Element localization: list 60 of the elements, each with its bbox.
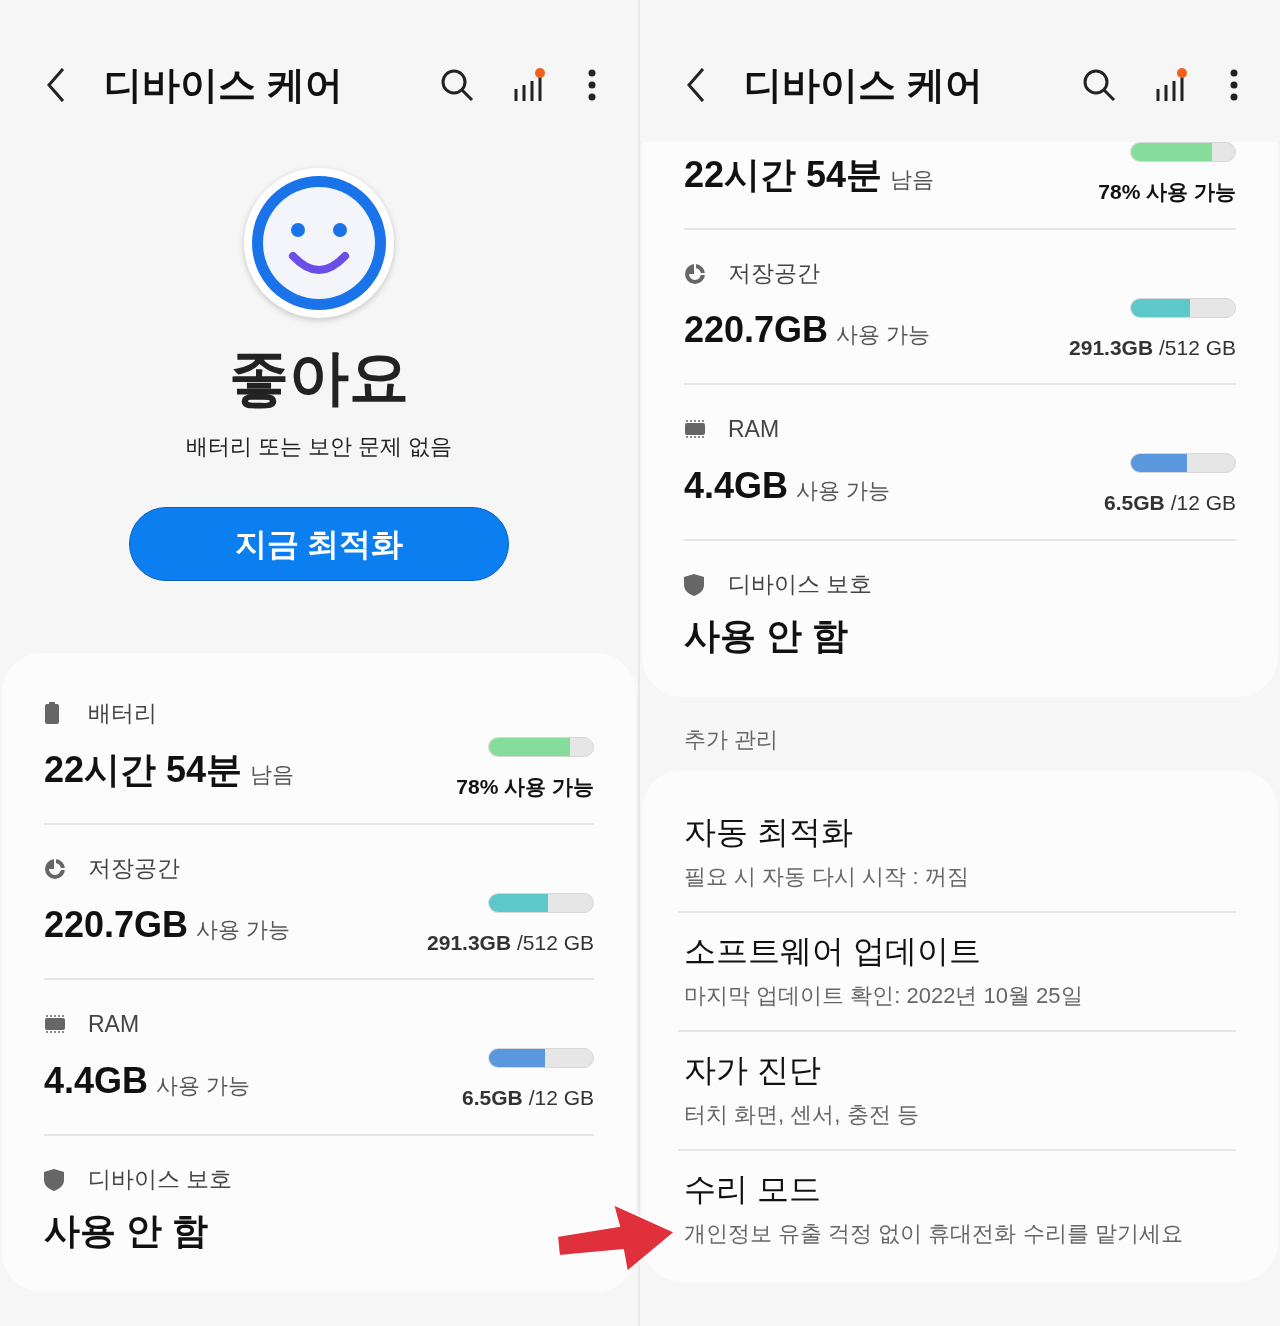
menu-subtitle: 터치 화면, 센서, 충전 등 bbox=[684, 1100, 920, 1129]
back-icon[interactable] bbox=[686, 67, 706, 103]
section-label: RAM bbox=[728, 414, 780, 444]
section-label: 저장공간 bbox=[88, 854, 180, 884]
usage-text: 6.5GB /12 GB bbox=[462, 1085, 594, 1111]
menu-subtitle: 마지막 업데이트 확인: 2022년 10월 25일 bbox=[684, 981, 1084, 1010]
usage-text: 291.3GB /512 GB bbox=[427, 929, 594, 956]
status-subtitle: 배터리 또는 보안 문제 없음 bbox=[185, 433, 453, 461]
screen-title: 디바이스 케어 bbox=[104, 62, 343, 108]
signal-icon[interactable] bbox=[512, 67, 546, 103]
value-text: 22시간 54분 bbox=[44, 747, 243, 792]
section-label: 디바이스 보호 bbox=[88, 1165, 233, 1195]
value-text: 220.7GB bbox=[684, 308, 829, 352]
unit-text: 남음 bbox=[890, 165, 935, 194]
shield-icon bbox=[44, 1168, 64, 1191]
value-text: 22시간 54분 bbox=[684, 152, 883, 197]
more-icon[interactable] bbox=[588, 69, 596, 101]
unit-text: 사용 가능 bbox=[836, 321, 931, 349]
usage-text: 78% 사용 가능 bbox=[456, 774, 594, 800]
menu-title: 소프트웨어 업데이트 bbox=[684, 931, 982, 971]
battery-icon bbox=[44, 702, 60, 724]
menu-subtitle: 필요 시 자동 다시 시작 : 꺼짐 bbox=[684, 862, 970, 891]
unit-text: 사용 가능 bbox=[796, 476, 891, 505]
usage-text: 6.5GB /12 GB bbox=[1104, 490, 1236, 516]
usage-text: 78% 사용 가능 bbox=[1098, 179, 1236, 205]
value-text: 4.4GB bbox=[684, 463, 789, 508]
section-label: RAM bbox=[88, 1009, 140, 1039]
search-icon[interactable] bbox=[440, 68, 474, 102]
menu-item[interactable]: 수리 모드 개인정보 유출 걱정 없이 휴대전화 수리를 맡기세요 bbox=[642, 1150, 1278, 1268]
pie-chart-icon bbox=[684, 262, 706, 285]
value-text: 사용 안 함 bbox=[684, 613, 848, 658]
status-title: 좋아요 bbox=[229, 348, 409, 408]
unit-text: 사용 가능 bbox=[196, 916, 291, 944]
signal-icon[interactable] bbox=[1154, 67, 1188, 103]
menu-item[interactable]: 소프트웨어 업데이트 마지막 업데이트 확인: 2022년 10월 25일 bbox=[642, 912, 1278, 1030]
search-icon[interactable] bbox=[1082, 68, 1116, 102]
menu-item[interactable]: 자가 진단 터치 화면, 센서, 충전 등 bbox=[642, 1031, 1278, 1149]
more-icon[interactable] bbox=[1230, 69, 1238, 101]
usage-text: 291.3GB /512 GB bbox=[1069, 334, 1236, 361]
chip-icon bbox=[684, 418, 706, 440]
menu-item[interactable]: 자동 최적화 필요 시 자동 다시 시작 : 꺼짐 bbox=[642, 793, 1278, 911]
menu-title: 자동 최적화 bbox=[684, 812, 854, 852]
optimize-button[interactable]: 지금 최적화 bbox=[129, 507, 509, 581]
chip-icon bbox=[44, 1013, 66, 1035]
section-label: 디바이스 보호 bbox=[728, 570, 873, 600]
menu-subtitle: 개인정보 유출 걱정 없이 휴대전화 수리를 맡기세요 bbox=[684, 1219, 1184, 1248]
unit-text: 남음 bbox=[250, 760, 295, 789]
section-header: 추가 관리 bbox=[684, 725, 780, 754]
value-text: 220.7GB bbox=[44, 903, 189, 947]
menu-title: 자가 진단 bbox=[684, 1050, 822, 1090]
value-text: 4.4GB bbox=[44, 1058, 149, 1103]
section-label: 배터리 bbox=[88, 698, 157, 728]
menu-title: 수리 모드 bbox=[684, 1169, 822, 1209]
value-text: 사용 안 함 bbox=[44, 1208, 208, 1253]
pie-chart-icon bbox=[44, 857, 66, 880]
unit-text: 사용 가능 bbox=[156, 1071, 251, 1100]
back-icon[interactable] bbox=[46, 67, 66, 103]
screen-title: 디바이스 케어 bbox=[744, 62, 983, 108]
shield-icon bbox=[684, 573, 704, 596]
section-label: 저장공간 bbox=[728, 259, 820, 289]
